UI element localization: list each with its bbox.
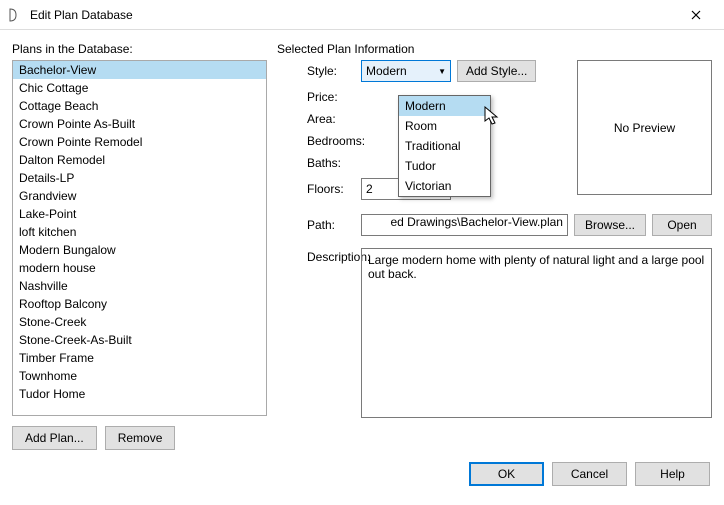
style-option[interactable]: Traditional [399,136,490,156]
plan-list-item[interactable]: Tudor Home [13,385,266,403]
plan-list-item[interactable]: Rooftop Balcony [13,295,266,313]
plan-list-item[interactable]: Timber Frame [13,349,266,367]
add-style-button[interactable]: Add Style... [457,60,536,82]
window-title: Edit Plan Database [30,8,676,22]
floors-label: Floors: [277,182,357,196]
plan-list-item[interactable]: Grandview [13,187,266,205]
area-label: Area: [277,112,357,126]
chevron-down-icon: ▼ [438,67,446,76]
style-option[interactable]: Room [399,116,490,136]
plan-list-item[interactable]: modern house [13,259,266,277]
selected-info-label: Selected Plan Information [277,42,712,56]
style-option[interactable]: Victorian [399,176,490,196]
close-button[interactable] [676,1,716,29]
bedrooms-label: Bedrooms: [277,134,357,148]
titlebar: Edit Plan Database [0,0,724,30]
preview-panel: No Preview [577,60,712,195]
plan-list-item[interactable]: Details-LP [13,169,266,187]
plan-list-item[interactable]: Stone-Creek [13,313,266,331]
plan-list-item[interactable]: Modern Bungalow [13,241,266,259]
path-input[interactable]: ed Drawings\Bachelor-View.plan [361,214,568,236]
style-option[interactable]: Tudor [399,156,490,176]
ok-button[interactable]: OK [469,462,544,486]
help-button[interactable]: Help [635,462,710,486]
plan-list-item[interactable]: Nashville [13,277,266,295]
plan-list-item[interactable]: Chic Cottage [13,79,266,97]
preview-text: No Preview [614,121,675,135]
style-option[interactable]: Modern [399,96,490,116]
plans-label: Plans in the Database: [12,42,267,56]
plan-list-item[interactable]: loft kitchen [13,223,266,241]
browse-button[interactable]: Browse... [574,214,646,236]
style-combo[interactable]: Modern ▼ [361,60,451,82]
cancel-button[interactable]: Cancel [552,462,627,486]
open-button[interactable]: Open [652,214,712,236]
style-label: Style: [277,64,357,78]
plan-list-item[interactable]: Crown Pointe Remodel [13,133,266,151]
style-dropdown-list[interactable]: ModernRoomTraditionalTudorVictorian [398,95,491,197]
style-combo-value: Modern [366,64,407,78]
plan-list-item[interactable]: Lake-Point [13,205,266,223]
plan-list-item[interactable]: Bachelor-View [13,61,266,79]
remove-plan-button[interactable]: Remove [105,426,176,450]
description-textarea[interactable]: Large modern home with plenty of natural… [361,248,712,418]
plans-listbox[interactable]: Bachelor-ViewChic CottageCottage BeachCr… [12,60,267,416]
plan-list-item[interactable]: Crown Pointe As-Built [13,115,266,133]
baths-label: Baths: [277,156,357,170]
description-label: Description: [277,248,357,450]
price-label: Price: [277,90,357,104]
add-plan-button[interactable]: Add Plan... [12,426,97,450]
path-label: Path: [277,218,357,232]
plan-list-item[interactable]: Townhome [13,367,266,385]
app-icon [8,7,24,23]
plan-list-item[interactable]: Cottage Beach [13,97,266,115]
plan-list-item[interactable]: Stone-Creek-As-Built [13,331,266,349]
plan-list-item[interactable]: Dalton Remodel [13,151,266,169]
